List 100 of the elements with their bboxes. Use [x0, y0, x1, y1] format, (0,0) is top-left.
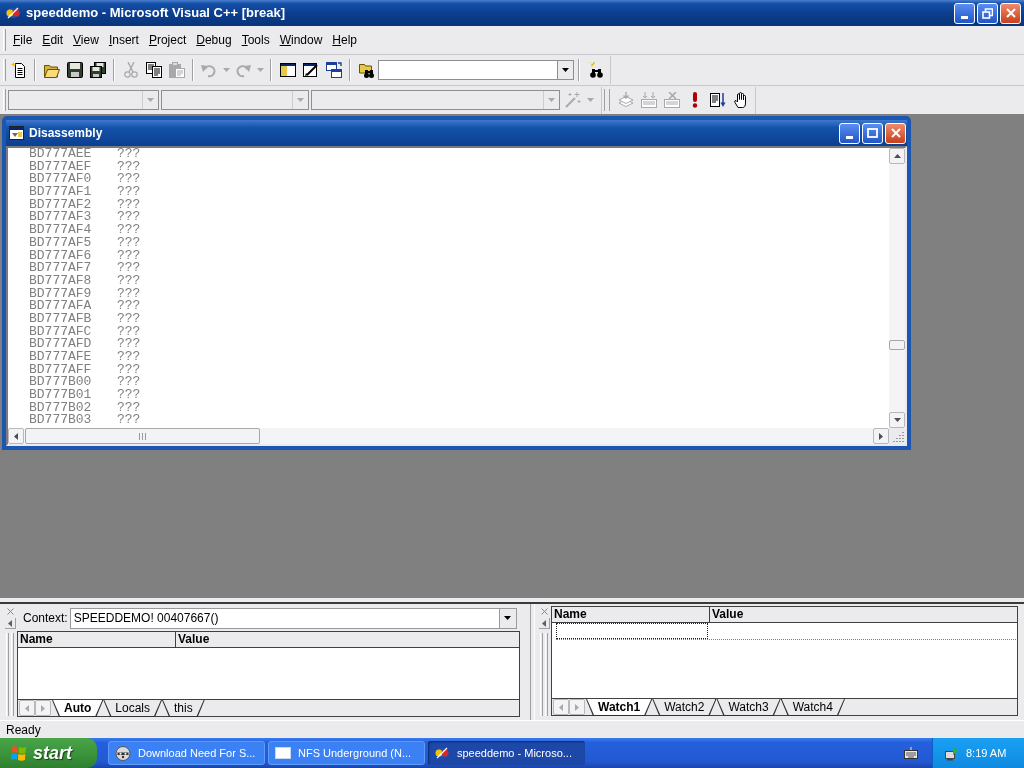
close-pane-button[interactable]: [4, 606, 16, 616]
column-header[interactable]: Name: [552, 607, 710, 622]
menu-item[interactable]: Insert: [103, 30, 144, 50]
taskbar-button[interactable]: NFS Underground (N...: [268, 741, 425, 765]
address: BD777AFC: [29, 325, 93, 339]
horizontal-scrollbar[interactable]: [8, 428, 889, 444]
curved-arrow-icon: [235, 62, 251, 78]
address: BD777AFF: [29, 363, 93, 377]
collapse-pane-button[interactable]: [538, 618, 550, 629]
window-icon: [275, 745, 291, 761]
status-text: Ready: [6, 721, 41, 739]
address: BD777AF8: [29, 274, 93, 288]
scroll-left-button[interactable]: [8, 428, 24, 444]
clipboard-icon: [168, 62, 185, 78]
scroll-down-button[interactable]: [889, 412, 905, 428]
minimize-button[interactable]: [839, 122, 860, 144]
hand-icon: [732, 92, 749, 108]
instruction: ???: [117, 300, 141, 313]
instruction: ???: [117, 363, 141, 377]
menu-item[interactable]: View: [68, 30, 104, 50]
menu-item[interactable]: Tools: [236, 30, 275, 50]
address: BD777AF2: [29, 198, 93, 212]
tab[interactable]: Watch3: [716, 699, 781, 716]
instruction: ???: [117, 274, 141, 288]
caret-icon: [222, 68, 230, 72]
menu-item[interactable]: Project: [143, 30, 192, 50]
raccoon-icon: [115, 745, 131, 761]
lines-arrow-icon: [709, 92, 726, 108]
window-title: Disassembly: [29, 125, 103, 142]
scroll-thumb[interactable]: [25, 428, 260, 444]
close-button[interactable]: [1000, 2, 1021, 24]
column-header[interactable]: Name: [18, 632, 176, 647]
menu-item[interactable]: Help: [327, 30, 363, 50]
menu-item[interactable]: Edit: [37, 30, 69, 50]
menu-item[interactable]: File: [8, 30, 38, 50]
address: BD777AFD: [29, 338, 93, 351]
left-triangle-icon: [541, 619, 546, 627]
vertical-scrollbar[interactable]: [889, 148, 905, 428]
menu-item[interactable]: Window: [274, 30, 328, 50]
exclamation-icon: [691, 92, 698, 108]
instruction: ???: [117, 262, 141, 275]
wand-icon: [565, 92, 581, 108]
restore-icon: [982, 7, 993, 19]
tray-arrows-icon: [640, 92, 657, 108]
folder-binoculars-icon: [358, 62, 375, 78]
minimize-button[interactable]: [954, 2, 975, 24]
instruction: ???: [117, 211, 141, 225]
address: BD777B00: [29, 376, 93, 390]
scroll-thumb[interactable]: [889, 340, 905, 350]
instruction: ???: [117, 351, 141, 364]
left-triangle-icon: [559, 703, 563, 711]
tray-cross-icon: [663, 92, 680, 108]
address: BD777AFE: [29, 351, 93, 364]
instruction: ???: [117, 287, 141, 301]
folder-icon: [43, 62, 60, 78]
binoculars-icon: [587, 62, 604, 78]
maximize-button[interactable]: [862, 122, 883, 144]
collapse-pane-button[interactable]: [4, 618, 16, 629]
caret-icon: [562, 68, 569, 72]
tab[interactable]: Watch1: [586, 699, 653, 716]
floppy-disks-icon: [89, 62, 106, 78]
restore-button[interactable]: [977, 2, 998, 24]
minimize-icon: [961, 15, 968, 19]
address: BD777AF3: [29, 211, 93, 225]
caret-icon: [586, 98, 594, 102]
start-button[interactable]: start: [0, 738, 97, 768]
close-pane-button[interactable]: [538, 606, 550, 616]
tab[interactable]: this: [162, 700, 205, 717]
dropdown-button[interactable]: [557, 61, 573, 79]
stacked-layers-icon: [617, 92, 634, 108]
tab[interactable]: Auto: [52, 700, 104, 717]
tab[interactable]: Watch4: [780, 699, 845, 716]
instruction: ???: [117, 198, 141, 212]
close-button[interactable]: [885, 122, 906, 144]
right-triangle-icon: [575, 703, 579, 711]
address: BD777AEE: [29, 148, 93, 161]
device-icon: [944, 745, 960, 761]
scroll-up-button[interactable]: [889, 148, 905, 164]
scroll-right-button[interactable]: [873, 428, 889, 444]
instruction: ???: [117, 186, 141, 199]
caret-icon: [548, 98, 555, 102]
address: BD777B03: [29, 414, 93, 428]
windows-icon: [325, 62, 342, 78]
tab[interactable]: Watch2: [652, 699, 717, 716]
x-icon: [6, 607, 14, 615]
page-icon: [10, 62, 27, 78]
dropdown-button[interactable]: [498, 608, 516, 628]
taskbar-button[interactable]: speeddemo - Microso...: [428, 741, 585, 765]
up-triangle-icon: [893, 154, 901, 158]
window-pane-icon: [279, 62, 296, 78]
context-dropdown[interactable]: SPEEDDEMO! 00407667(): [69, 607, 517, 629]
taskbar-button[interactable]: Download Need For S...: [108, 741, 265, 765]
left-triangle-icon: [7, 619, 12, 627]
tab[interactable]: Locals: [103, 700, 162, 717]
menu-item[interactable]: Debug: [191, 30, 237, 50]
address: BD777B02: [29, 401, 93, 415]
column-header[interactable]: Value: [710, 607, 1017, 622]
watch-name-field[interactable]: [556, 623, 708, 639]
column-header[interactable]: Value: [176, 632, 519, 647]
instruction: ???: [117, 160, 141, 174]
